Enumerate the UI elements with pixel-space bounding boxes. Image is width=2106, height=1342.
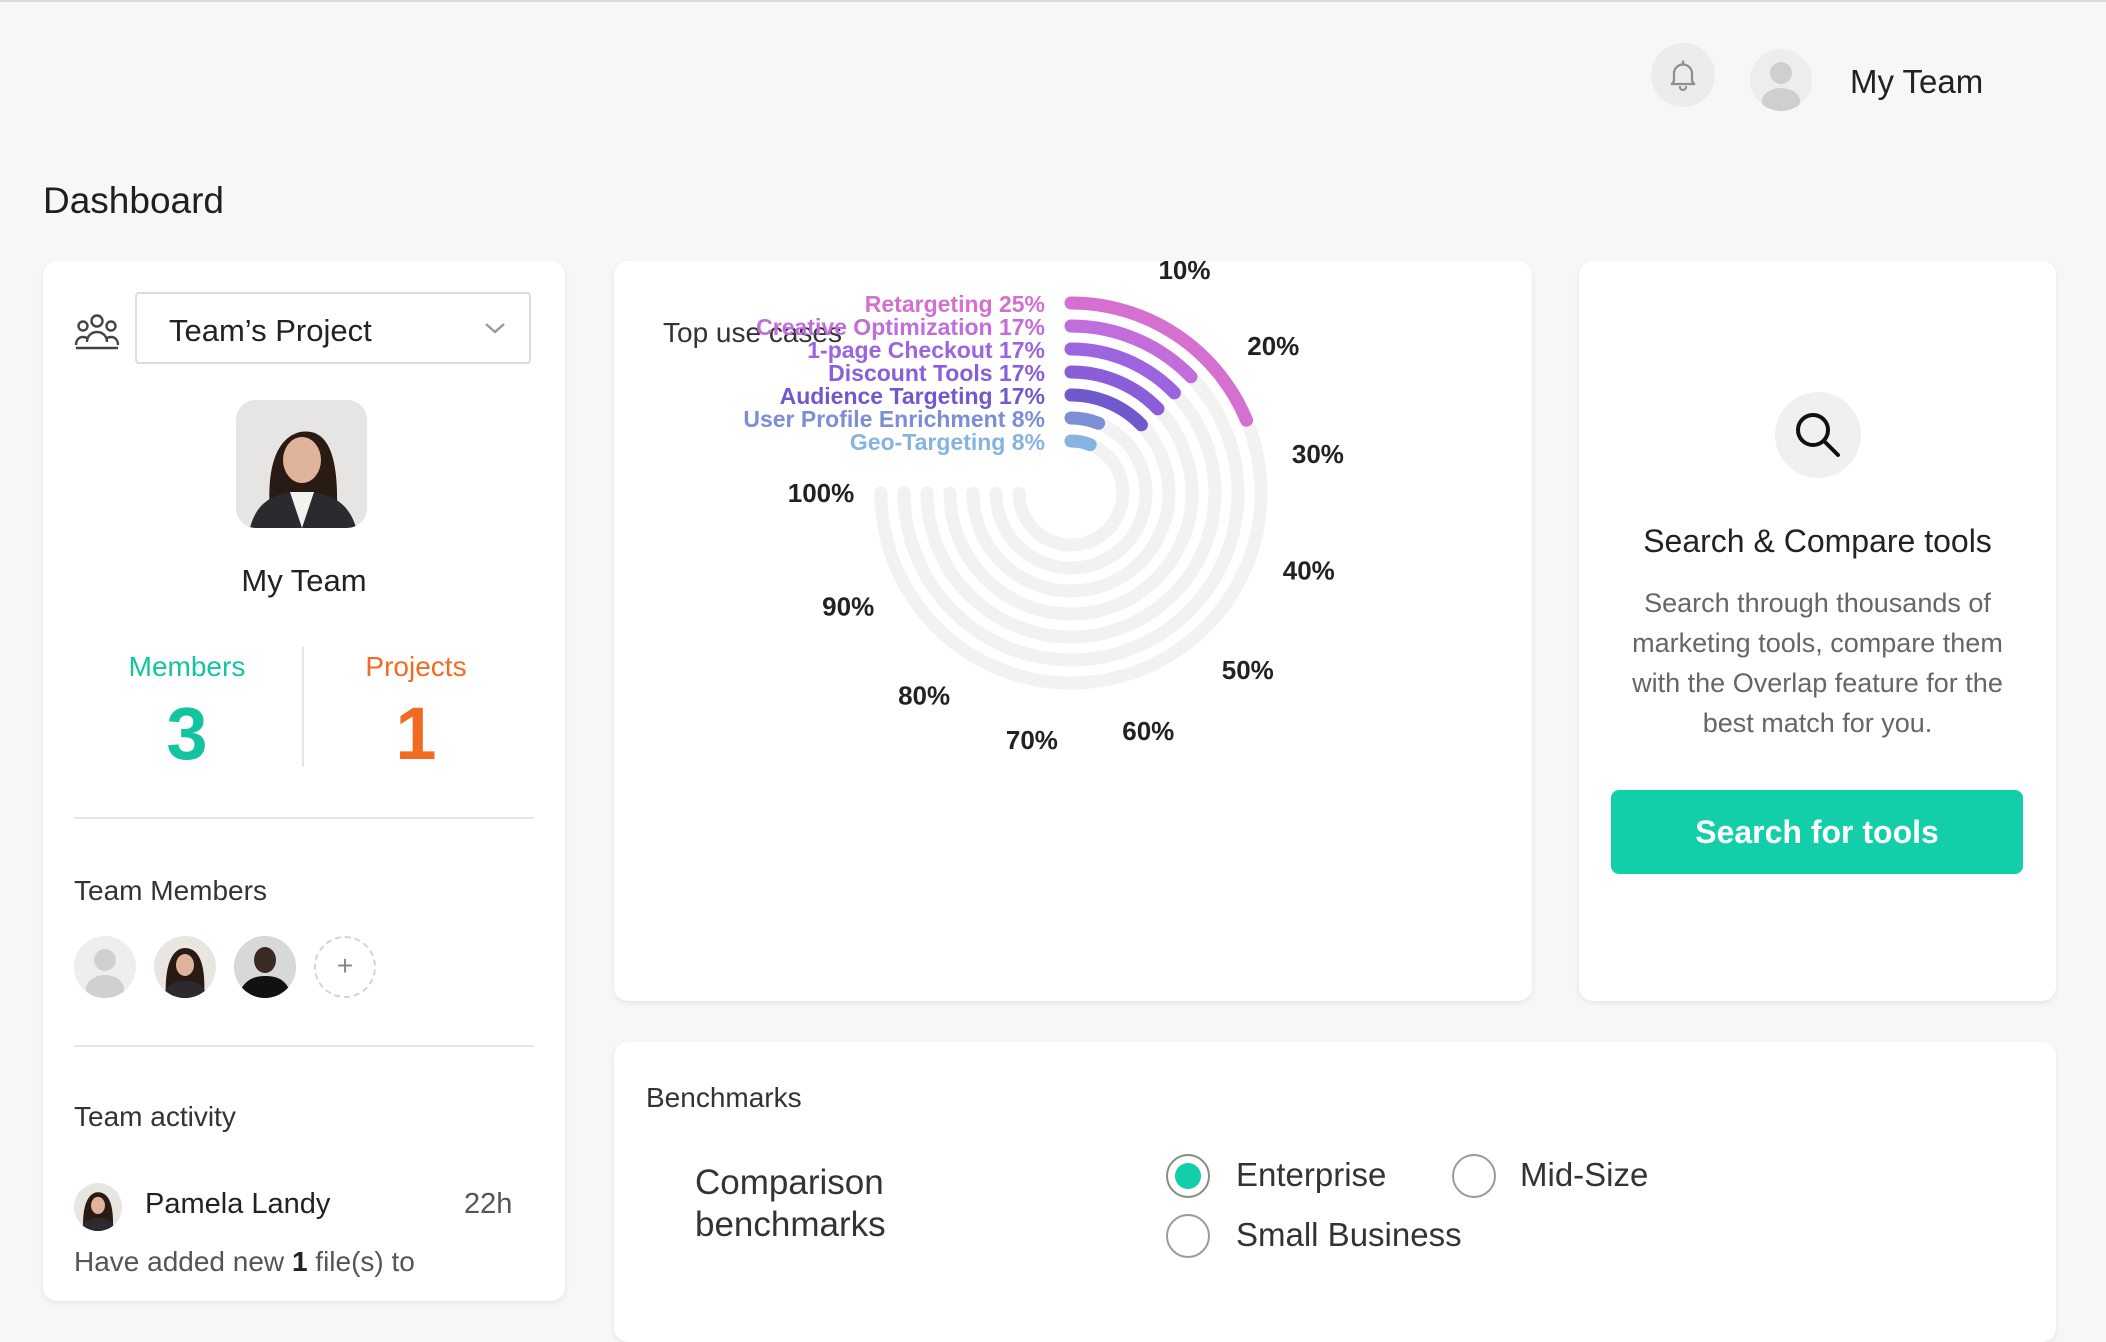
- search-card-title: Search & Compare tools: [1643, 523, 1992, 559]
- radio-small-business[interactable]: [1166, 1214, 1210, 1258]
- search-for-tools-button[interactable]: Search for tools: [1611, 790, 2023, 874]
- project-name: My Team: [241, 563, 367, 598]
- activity-text: Have added new 1 file(s) to: [74, 1246, 415, 1278]
- team-members-title: Team Members: [74, 875, 267, 906]
- benchmarks-title: Benchmarks: [646, 1082, 802, 1113]
- tick-label: 30%: [1292, 439, 1344, 469]
- radio-enterprise[interactable]: [1166, 1154, 1210, 1198]
- default-avatar-icon: [86, 949, 124, 998]
- radio-mid-size-label[interactable]: Mid-Size: [1520, 1156, 1648, 1194]
- radio-mid-size[interactable]: [1452, 1154, 1496, 1198]
- team-activity-title: Team activity: [74, 1101, 236, 1132]
- tick-label: 50%: [1222, 655, 1274, 685]
- tick-label: 80%: [898, 680, 950, 710]
- tick-label: 100%: [788, 478, 855, 508]
- members-count: 3: [166, 692, 208, 775]
- chevron-down-icon: [485, 323, 505, 334]
- projects-count: 1: [395, 692, 437, 775]
- search-card-description: Search through thousands of marketing to…: [1632, 588, 2003, 738]
- radio-enterprise-label[interactable]: Enterprise: [1236, 1156, 1386, 1194]
- benchmarks-heading: Comparison benchmarks: [695, 1163, 886, 1244]
- tick-label: 40%: [1283, 555, 1335, 585]
- search-icon-wrapper: [1775, 392, 1861, 478]
- team-icon: [74, 312, 120, 357]
- member-avatar-3[interactable]: [234, 936, 296, 998]
- tick-label: 20%: [1247, 331, 1299, 361]
- tick-label: 70%: [1006, 725, 1058, 755]
- notifications-button[interactable]: [1651, 43, 1715, 107]
- bell-icon: [1670, 60, 1696, 92]
- magnifier-icon: [1796, 413, 1840, 457]
- tick-label: 60%: [1122, 716, 1174, 746]
- activity-time: 22h: [464, 1188, 513, 1220]
- activity-avatar: [74, 1183, 122, 1231]
- tick-label: 10%: [1158, 261, 1210, 285]
- member-avatar-pamela[interactable]: [154, 936, 216, 998]
- team-card: Team’s Project My Team Members 3 Project…: [43, 261, 565, 1301]
- series-label: Geo-Targeting 8%: [850, 429, 1045, 455]
- benchmarks-card: Benchmarks Comparison benchmarks Enterpr…: [614, 1042, 2056, 1342]
- project-photo: [236, 400, 367, 528]
- default-avatar-icon: [1762, 62, 1800, 111]
- add-member-button[interactable]: +: [314, 936, 376, 998]
- add-member-label: +: [336, 950, 354, 981]
- projects-label: Projects: [365, 651, 467, 682]
- activity-count: 1: [291, 1246, 308, 1277]
- member-avatar-default[interactable]: [74, 936, 136, 998]
- project-select[interactable]: Team’s Project: [135, 292, 531, 364]
- tick-label: 90%: [822, 592, 874, 622]
- user-avatar[interactable]: [1750, 49, 1812, 111]
- chart-bar[interactable]: [1064, 411, 1106, 430]
- stats-divider: [302, 647, 304, 767]
- activity-text-post: file(s) to: [307, 1246, 415, 1277]
- radio-small-business-label[interactable]: Small Business: [1236, 1216, 1462, 1254]
- projects-stat: Projects 1: [316, 651, 516, 771]
- user-name[interactable]: My Team: [1850, 63, 1983, 101]
- radial-bar-chart: Retargeting 25%Creative Optimization 17%…: [743, 261, 1344, 755]
- top-use-cases-card: Top use cases Retargeting 25% Creative Op…: [614, 261, 1532, 1001]
- members-stat: Members 3: [87, 651, 287, 771]
- top-border: [0, 0, 2106, 2]
- chart-track: [1012, 434, 1130, 552]
- activity-text-pre: Have added new: [74, 1246, 292, 1277]
- divider: [74, 1045, 534, 1047]
- chart-bar[interactable]: [1064, 434, 1097, 452]
- page-title: Dashboard: [43, 180, 225, 221]
- project-select-value: Team’s Project: [169, 313, 372, 348]
- activity-user-name[interactable]: Pamela Landy: [145, 1188, 330, 1221]
- search-compare-card: Search & Compare tools Search through th…: [1579, 261, 2056, 1001]
- divider: [74, 817, 534, 819]
- members-label: Members: [128, 651, 246, 682]
